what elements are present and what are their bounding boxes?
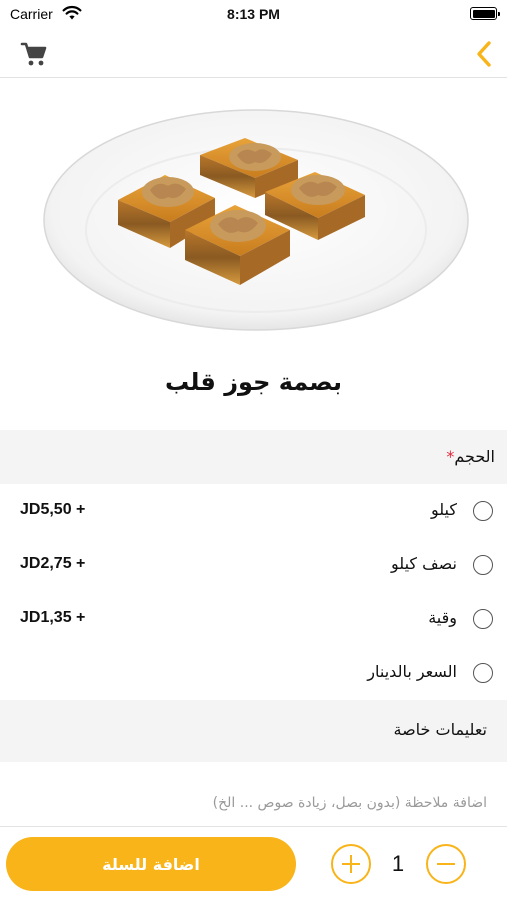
option-label: وقية	[428, 608, 457, 627]
radio-button[interactable]	[473, 663, 493, 683]
option-price: JD1,35 +	[20, 609, 86, 626]
radio-button[interactable]	[473, 609, 493, 629]
instructions-label: تعليمات خاصة	[393, 720, 488, 739]
option-label: نصف كيلو	[391, 554, 457, 573]
size-section-header: الحجم*	[0, 430, 507, 484]
option-label: كيلو	[430, 500, 457, 519]
radio-button[interactable]	[473, 501, 493, 521]
product-title: بصمة جوز قلب	[164, 368, 343, 396]
add-to-cart-button[interactable]: اضافة للسلة	[6, 837, 296, 891]
size-label-text: الحجم	[454, 447, 495, 466]
status-bar: Carrier 8:13 PM	[0, 0, 507, 30]
nav-bar	[0, 30, 507, 78]
size-option-half-kilo[interactable]: نصف كيلو JD2,75 +	[0, 538, 507, 592]
plus-icon[interactable]	[331, 844, 371, 884]
option-price: JD5,50 +	[20, 501, 86, 518]
bottom-bar: اضافة للسلة 1	[0, 826, 507, 900]
back-chevron-icon[interactable]	[471, 38, 497, 70]
size-label: الحجم*	[443, 447, 495, 466]
size-option-kilo[interactable]: كيلو JD5,50 +	[0, 484, 507, 538]
quantity-value: 1	[391, 851, 405, 876]
size-option-ounce[interactable]: وقية JD1,35 +	[0, 592, 507, 646]
minus-icon[interactable]	[426, 844, 466, 884]
battery-icon	[470, 7, 500, 20]
instructions-section-header: تعليمات خاصة	[0, 700, 507, 762]
radio-button[interactable]	[473, 555, 493, 575]
note-input[interactable]	[20, 788, 487, 818]
size-option-price-in-dinar[interactable]: السعر بالدينار	[0, 646, 507, 700]
status-time: 8:13 PM	[227, 6, 280, 22]
option-price: JD2,75 +	[20, 555, 86, 572]
cart-icon[interactable]	[18, 38, 50, 70]
product-image	[43, 109, 469, 331]
option-label: السعر بالدينار	[367, 662, 457, 681]
